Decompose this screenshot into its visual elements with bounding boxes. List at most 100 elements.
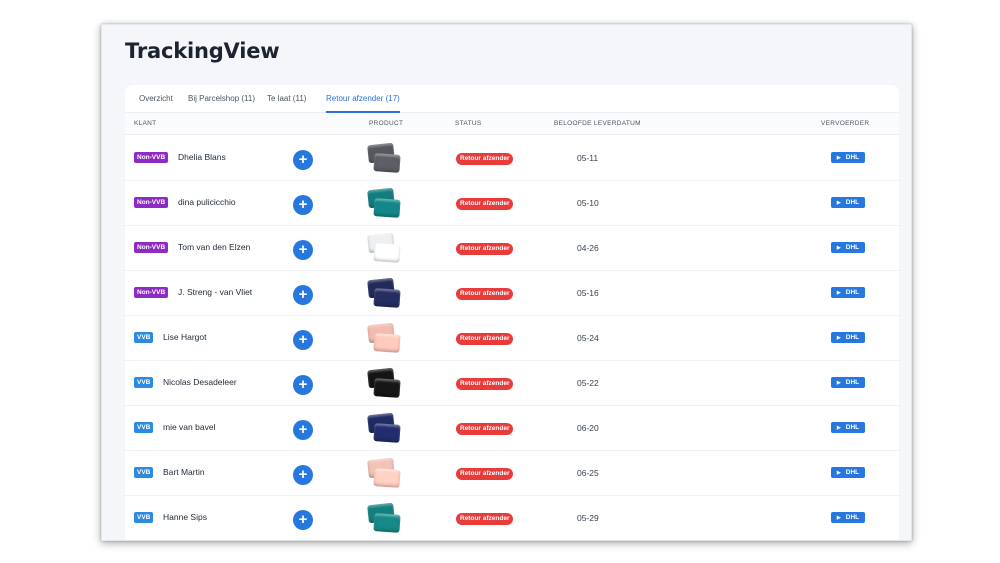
pillowcase-front-image [373,468,401,488]
app-title: TrackingView [125,39,280,63]
customer-name[interactable]: dina pulicicchio [178,197,236,207]
tab-retour-afzender[interactable]: Retour afzender (17) [326,94,400,113]
customer-name[interactable]: Bart Martin [163,467,205,477]
caret-right-icon: ▶ [836,425,841,431]
customer-name[interactable]: Hanne Sips [163,512,207,522]
table-row[interactable]: VVB Nicolas Desadeleer + Retour afzender 05-… [125,361,899,406]
carrier-label: DHL [845,334,860,341]
add-button[interactable]: + [293,285,313,305]
product-thumbnail [365,367,405,400]
tab-te-laat[interactable]: Te laat (11) [267,94,306,111]
carrier-button[interactable]: ▶ DHL [831,152,865,163]
add-button[interactable]: + [293,195,313,215]
add-button[interactable]: + [293,465,313,485]
pillowcase-front-image [373,513,401,533]
carrier-label: DHL [845,379,860,386]
customer-type-badge: VVB [134,377,154,388]
carrier-label: DHL [845,469,860,476]
customer-name[interactable]: Dhelia Blans [178,152,226,162]
column-header-klant[interactable]: KLANT [134,120,156,127]
caret-right-icon: ▶ [836,335,841,341]
caret-right-icon: ▶ [836,245,841,251]
table-row[interactable]: Non-VVB Tom van den Elzen + Retour afzender… [125,226,899,271]
caret-right-icon: ▶ [836,515,841,521]
customer-name[interactable]: Lise Hargot [163,332,206,342]
pillowcase-front-image [373,378,401,398]
status-badge: Retour afzender [456,288,514,300]
shipments-card: Overzicht Bij Parcelshop (11) Te laat (1… [125,85,899,540]
delivery-date: 05-16 [577,288,599,298]
delivery-date: 04-26 [577,243,599,253]
add-button[interactable]: + [293,510,313,530]
pillowcase-front-image [373,288,401,308]
delivery-date: 06-20 [577,423,599,433]
caret-right-icon: ▶ [836,470,841,476]
delivery-date: 05-24 [577,333,599,343]
status-badge: Retour afzender [456,513,514,525]
product-thumbnail [365,277,405,310]
caret-right-icon: ▶ [836,155,841,161]
customer-name[interactable]: Nicolas Desadeleer [163,377,237,387]
carrier-button[interactable]: ▶ DHL [831,197,865,208]
pillowcase-front-image [373,243,401,263]
column-header-leverdatum[interactable]: BELOOFDE LEVERDATUM [554,120,641,127]
carrier-label: DHL [845,154,860,161]
delivery-date: 05-11 [577,153,599,163]
add-button[interactable]: + [293,330,313,350]
carrier-button[interactable]: ▶ DHL [831,467,865,478]
product-thumbnail [365,457,405,490]
tab-bar: Overzicht Bij Parcelshop (11) Te laat (1… [125,85,899,113]
customer-type-badge: Non-VVB [134,242,169,253]
status-badge: Retour afzender [456,153,514,165]
customer-name[interactable]: J. Streng - van Vliet [178,287,252,297]
table-row[interactable]: Non-VVB dina pulicicchio + Retour afzender 0… [125,181,899,226]
add-button[interactable]: + [293,420,313,440]
table-header: KLANT PRODUCT STATUS BELOOFDE LEVERDATUM… [125,113,899,135]
pillowcase-front-image [373,198,401,218]
status-badge: Retour afzender [456,243,514,255]
delivery-date: 05-29 [577,513,599,523]
carrier-button[interactable]: ▶ DHL [831,287,865,298]
customer-type-badge: Non-VVB [134,197,169,208]
table-row[interactable]: VVB Lise Hargot + Retour afzender 05-24 ▶ DHL [125,316,899,361]
carrier-button[interactable]: ▶ DHL [831,422,865,433]
table-row[interactable]: VVB Hanne Sips + Retour afzender 05-29 ▶ DHL [125,496,899,540]
table-row[interactable]: VVB Bart Martin + Retour afzender 06-25 ▶ DHL [125,451,899,496]
product-thumbnail [365,412,405,445]
add-button[interactable]: + [293,150,313,170]
carrier-label: DHL [845,244,860,251]
carrier-button[interactable]: ▶ DHL [831,512,865,523]
carrier-label: DHL [845,424,860,431]
status-badge: Retour afzender [456,468,514,480]
carrier-button[interactable]: ▶ DHL [831,377,865,388]
customer-type-badge: VVB [134,332,154,343]
carrier-button[interactable]: ▶ DHL [831,332,865,343]
delivery-date: 06-25 [577,468,599,478]
add-button[interactable]: + [293,240,313,260]
column-header-product[interactable]: PRODUCT [369,120,403,127]
column-header-status[interactable]: STATUS [455,120,481,127]
customer-type-badge: Non-VVB [134,152,169,163]
delivery-date: 05-10 [577,198,599,208]
column-header-vervoerder[interactable]: VERVOERDER [821,120,869,127]
product-thumbnail [365,232,405,265]
carrier-label: DHL [845,514,860,521]
pillowcase-front-image [373,153,401,173]
carrier-button[interactable]: ▶ DHL [831,242,865,253]
tab-overzicht[interactable]: Overzicht [139,94,173,111]
add-button[interactable]: + [293,375,313,395]
product-thumbnail [365,502,405,535]
pillowcase-front-image [373,423,401,443]
caret-right-icon: ▶ [836,200,841,206]
tab-bij-parcelshop[interactable]: Bij Parcelshop (11) [188,94,255,111]
status-badge: Retour afzender [456,378,514,390]
customer-name[interactable]: mie van bavel [163,422,215,432]
customer-name[interactable]: Tom van den Elzen [178,242,250,252]
table-row[interactable]: Non-VVB J. Streng - van Vliet + Retour afze… [125,271,899,316]
customer-type-badge: VVB [134,467,154,478]
status-badge: Retour afzender [456,423,514,435]
customer-type-badge: VVB [134,422,154,433]
delivery-date: 05-22 [577,378,599,388]
table-row[interactable]: VVB mie van bavel + Retour afzender 06-20 ▶ DH… [125,406,899,451]
table-row[interactable]: Non-VVB Dhelia Blans + Retour afzender 05-11… [125,136,899,181]
